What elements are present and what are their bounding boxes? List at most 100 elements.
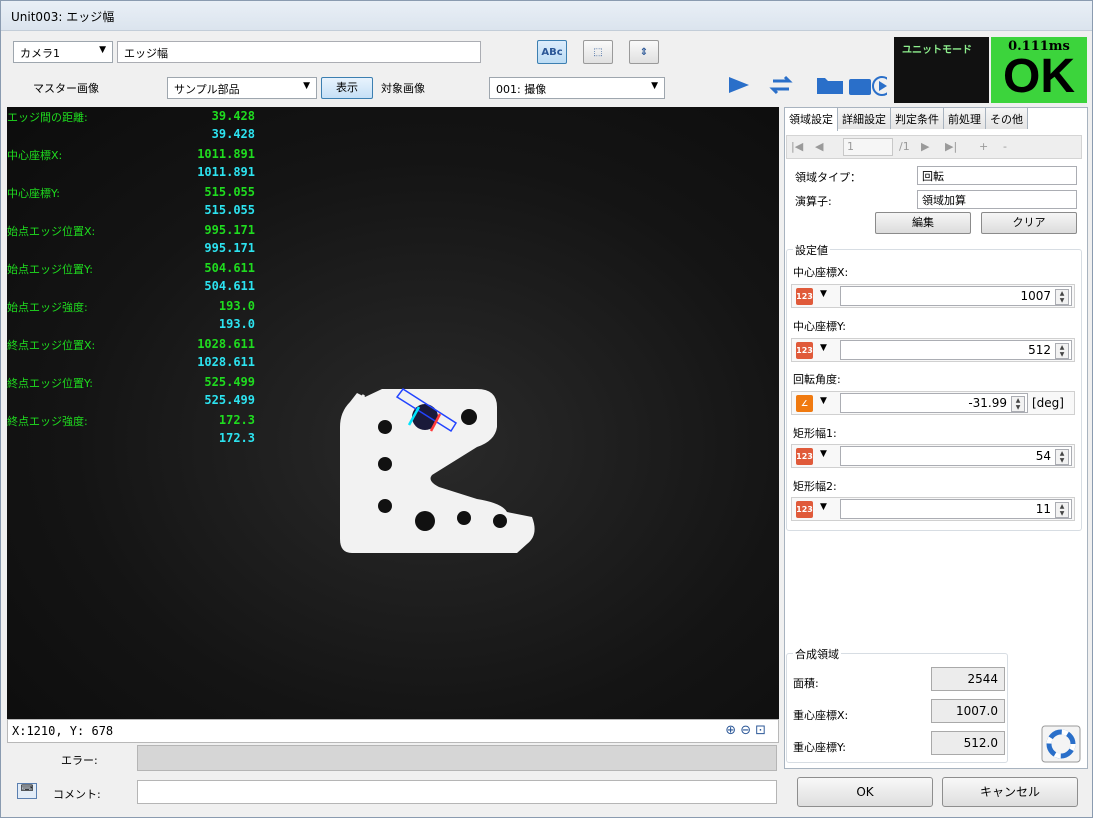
chevron-down-icon[interactable]: ▼ (820, 502, 827, 512)
measure-label-distance: エッジ間の距離: (7, 111, 88, 124)
folder-icon[interactable] (817, 78, 843, 94)
region-type-field: 回転 (917, 166, 1077, 185)
rotation-row: ∠ ▼ -31.99 ▲ ▼ [deg] (791, 391, 1075, 415)
measure-value-green: 995.171 (204, 223, 255, 237)
rect-width2-input[interactable]: 11 ▲ ▼ (840, 499, 1072, 519)
measure-value-cyan: 39.428 (211, 127, 255, 141)
angle-type-icon[interactable]: ∠ (796, 395, 813, 412)
integer-type-icon[interactable]: 123 (796, 342, 813, 359)
play-icon[interactable] (729, 77, 749, 93)
measure-value-cyan: 172.3 (218, 431, 255, 445)
integer-type-icon[interactable]: 123 (796, 501, 813, 518)
zoom-out-icon[interactable]: ⊖ (740, 723, 755, 738)
measure-value-cyan: 504.611 (204, 279, 255, 293)
measure-value-green: 504.611 (204, 261, 255, 275)
action-icons (729, 75, 887, 96)
unit-mode-label: ユニットモード (902, 45, 972, 56)
image-viewer[interactable]: エッジ間の距離: 39.428 39.428 中心座標X: 1011.891 1… (7, 107, 779, 719)
first-icon[interactable]: |◀ (791, 140, 803, 153)
chevron-down-icon[interactable]: ▼ (820, 289, 827, 299)
fit-screen-icon[interactable]: ⊡ (755, 723, 770, 738)
region-index-input[interactable]: 1 (843, 138, 893, 156)
spinner[interactable]: ▲ ▼ (1055, 343, 1069, 359)
region-count: /1 (899, 140, 910, 153)
master-image-select-value: サンプル部品 (174, 83, 240, 96)
tab-judgement[interactable]: 判定条件 (890, 107, 944, 129)
chevron-down-icon[interactable]: ▼ (820, 396, 827, 406)
spinner[interactable]: ▲ ▼ (1055, 289, 1069, 305)
ok-button[interactable]: OK (797, 777, 933, 807)
center-y-row: 123 ▼ 512 ▲ ▼ (791, 338, 1075, 362)
chevron-down-icon: ▼ (303, 81, 310, 91)
rect-width1-input[interactable]: 54 ▲ ▼ (840, 446, 1072, 466)
centroid-x-label: 重心座標X: (793, 709, 849, 722)
status-bar: X:1210, Y: 678 ⊕⊖⊡ (7, 719, 779, 743)
edit-button[interactable]: 編集 (875, 212, 971, 234)
tab-other[interactable]: その他 (985, 107, 1028, 129)
measure-label-start-x: 始点エッジ位置X: (7, 225, 96, 238)
last-icon[interactable]: ▶| (945, 140, 957, 153)
tab-detail[interactable]: 詳細設定 (837, 107, 891, 129)
measure-value-green: 172.3 (218, 413, 255, 427)
tab-preprocess[interactable]: 前処理 (943, 107, 986, 129)
chevron-down-icon[interactable]: ▼ (820, 449, 827, 459)
spinner[interactable]: ▲ ▼ (1055, 449, 1069, 465)
show-button[interactable]: 表示 (321, 77, 373, 99)
measure-label-end-x: 終点エッジ位置X: (7, 339, 96, 352)
spinner[interactable]: ▲ ▼ (1055, 502, 1069, 518)
rotation-input[interactable]: -31.99 ▲ ▼ (840, 393, 1028, 413)
zoom-in-icon[interactable]: ⊕ (725, 723, 740, 738)
keyboard-icon[interactable]: ⌨ (17, 783, 37, 799)
add-icon[interactable]: + (979, 140, 988, 153)
error-field (137, 745, 777, 771)
tab-region[interactable]: 領域設定 (784, 107, 838, 131)
clear-button[interactable]: クリア (981, 212, 1077, 234)
measure-value-cyan: 525.499 (204, 393, 255, 407)
play-circle-icon[interactable] (872, 76, 887, 96)
integer-type-icon[interactable]: 123 (796, 448, 813, 465)
measure-value-green: 525.499 (204, 375, 255, 389)
edge-display-icon: ⇕ (639, 46, 649, 58)
target-image-select[interactable]: 001: 撮像 ▼ (489, 77, 665, 99)
prev-icon[interactable]: ◀ (815, 140, 823, 153)
measure-label-start-y: 始点エッジ位置Y: (7, 263, 93, 276)
text-display-button[interactable]: ABc (537, 40, 567, 64)
next-icon[interactable]: ▶ (921, 140, 929, 153)
settings-tabs: 領域設定 詳細設定 判定条件 前処理 その他 (784, 107, 1028, 131)
comment-input[interactable] (137, 780, 777, 804)
measure-value-cyan: 995.171 (204, 241, 255, 255)
measure-label-end-y: 終点エッジ位置Y: (7, 377, 93, 390)
unit-name-input[interactable]: エッジ幅 (117, 41, 481, 63)
master-image-select[interactable]: サンプル部品 ▼ (167, 77, 317, 99)
measure-value-cyan: 1011.891 (197, 165, 255, 179)
integer-type-icon[interactable]: 123 (796, 288, 813, 305)
zoom-controls: ⊕⊖⊡ (725, 723, 770, 738)
part-image (340, 387, 535, 553)
cancel-button[interactable]: キャンセル (942, 777, 1078, 807)
center-y-input[interactable]: 512 ▲ ▼ (840, 340, 1072, 360)
centroid-y-value: 512.0 (931, 731, 1005, 755)
region-display-button[interactable]: ⬚ (583, 40, 613, 64)
measure-value-green: 193.0 (218, 299, 255, 313)
settings-group-title: 設定値 (793, 242, 830, 258)
camera-select[interactable]: カメラ1 ▼ (13, 41, 113, 63)
composite-group-title: 合成領域 (793, 646, 841, 662)
measure-value-cyan: 193.0 (218, 317, 255, 331)
remove-icon[interactable]: - (1003, 140, 1007, 153)
master-image-label: マスター画像 (33, 82, 99, 95)
repeat-icon[interactable] (769, 75, 793, 95)
center-y-label: 中心座標Y: (793, 320, 846, 333)
help-icon[interactable] (1041, 725, 1081, 763)
measure-label-end-strength: 終点エッジ強度: (7, 415, 88, 428)
center-x-input[interactable]: 1007 ▲ ▼ (840, 286, 1072, 306)
cursor-coords: X:1210, Y: 678 (12, 724, 114, 738)
measure-value-green: 515.055 (204, 185, 255, 199)
edge-display-button[interactable]: ⇕ (629, 40, 659, 64)
image-icon[interactable] (849, 79, 871, 95)
result-text: OK (1003, 50, 1075, 103)
spinner[interactable]: ▲ ▼ (1011, 396, 1025, 412)
centroid-x-value: 1007.0 (931, 699, 1005, 723)
region-navigator: |◀ ◀ 1 /1 ▶ ▶| + - (786, 135, 1082, 159)
measure-value-green: 1028.611 (197, 337, 255, 351)
chevron-down-icon[interactable]: ▼ (820, 343, 827, 353)
